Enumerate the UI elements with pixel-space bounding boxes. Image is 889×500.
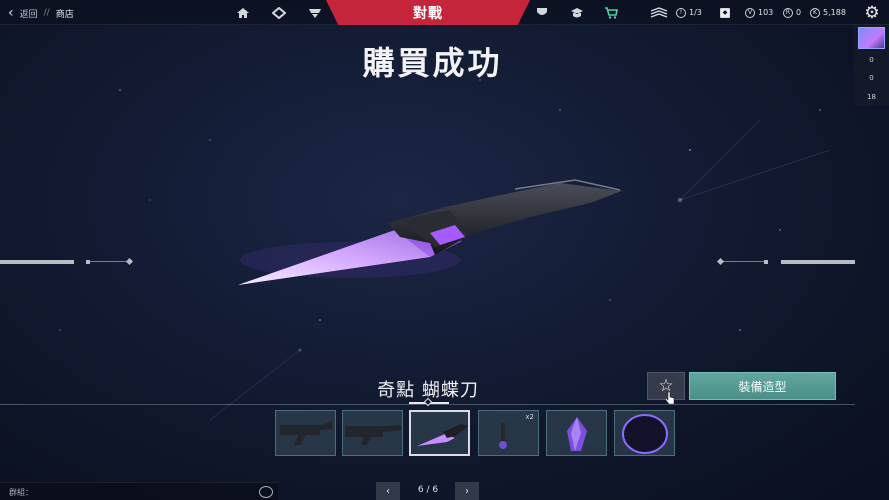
radianite-stat[interactable]: R 0 [783,5,801,20]
variant-thumbnail[interactable] [546,410,607,456]
right-deco-block [764,260,768,264]
vp-value: 103 [758,8,774,17]
vp-stat[interactable]: V 103 [745,5,773,20]
career-icon[interactable] [533,4,551,22]
butterfly-knife-preview [238,179,622,285]
chat-bubble-icon[interactable] [259,486,273,498]
battlepass-icon[interactable] [568,4,586,22]
kingdom-credit-stat[interactable]: K 5,188 [810,5,846,20]
variant-thumbnail[interactable] [614,410,675,456]
side-value-3: 18 [867,93,876,101]
gear-icon[interactable]: ⚙ [862,3,882,23]
variant-thumbnail-selected[interactable] [409,410,470,456]
radianite-value: 0 [796,8,802,17]
variant-count-badge: x2 [525,413,534,421]
collection-icon[interactable] [270,4,288,22]
card-variant-icon [622,414,668,454]
rank-icon[interactable] [648,4,670,22]
equip-skin-button[interactable]: 裝備造型 [689,372,836,400]
variant-divider [0,404,855,405]
back-nav[interactable]: ‹ 返回 // 商店 [8,3,74,23]
chat-label: 群組： [9,488,33,497]
kingdom-credit-icon: K [810,7,820,18]
store-cart-icon[interactable] [602,4,620,22]
variant-thumbnail[interactable] [275,410,336,456]
tab-versus[interactable]: 對戰 [326,0,530,25]
top-bar: ‹ 返回 // 商店 對戰 ! 1/3 ◆ V 103 R 0 K 5,188 … [0,0,889,25]
group-chat-input[interactable]: 群組： [0,482,278,500]
chevron-left-icon[interactable]: ‹ [8,6,14,20]
vp-icon: V [745,7,755,18]
contract-icon: ◆ [720,7,730,18]
variant-thumbnail[interactable]: x2 [478,410,539,456]
mission-value: 1/3 [689,8,702,17]
back-label[interactable]: 返回 [20,7,38,20]
rifle-variant-icon [280,421,332,445]
breadcrumb-current: 商店 [55,9,74,20]
kingdom-credit-value: 5,188 [823,8,846,17]
left-deco-thin [90,261,128,262]
variant-thumbnail[interactable] [342,410,403,456]
next-page-button[interactable]: › [455,482,479,500]
breadcrumb-separator: // [43,8,50,18]
page-title: 購買成功 [362,44,503,82]
right-deco-thin [722,261,764,262]
progress-stat[interactable]: ◆ [720,5,730,20]
agents-icon[interactable] [306,4,324,22]
knife-variant-icon [417,424,468,446]
radianite-icon: R [783,7,793,18]
left-deco-line [0,260,74,264]
left-deco-diamond [125,257,134,266]
rifle-variant-icon [345,425,401,445]
mission-stat[interactable]: ! 1/3 [676,5,702,20]
crystal-variant-icon [567,417,587,451]
prev-page-button[interactable]: ‹ [376,482,400,500]
right-deco-line [781,260,855,264]
mission-icon: ! [676,7,686,18]
home-icon[interactable] [234,4,252,22]
page-indicator: 6 / 6 [417,485,439,495]
